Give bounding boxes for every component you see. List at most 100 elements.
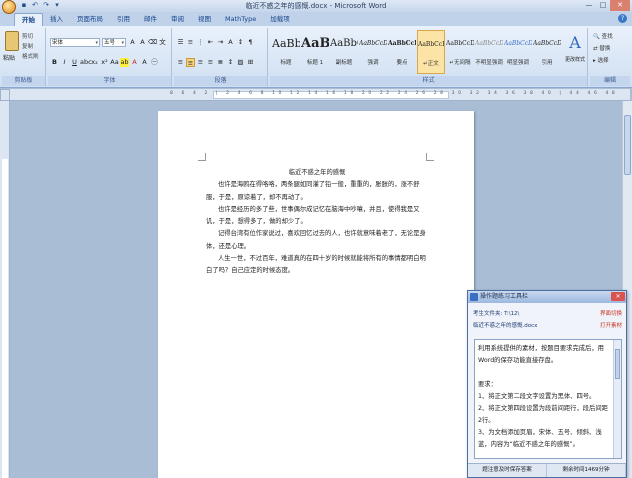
grow-font-icon[interactable]: A [128, 38, 137, 47]
switch-interface-link[interactable]: 界面切换 [600, 309, 622, 317]
horizontal-ruler[interactable]: 8 6 4 2 | 2 4 6 8 10 12 14 16 18 20 22 2… [10, 89, 630, 101]
office-button[interactable] [2, 0, 16, 14]
align-center-icon[interactable]: ≡ [186, 58, 195, 67]
task-description[interactable]: 利用系统提供的素材，按题目要求完成后，用Word的保存功能直接存盘。 要求： 1… [474, 339, 622, 459]
minimize-button[interactable]: — [582, 0, 596, 11]
underline-icon[interactable]: U [70, 58, 79, 67]
border-icon[interactable]: ⊞ [246, 58, 255, 67]
font-grow-row: A A ⌫ 文 [128, 38, 167, 47]
bullets-icon[interactable]: ☰ [176, 38, 185, 47]
tab-insert[interactable]: 插入 [43, 13, 70, 26]
tab-review[interactable]: 审阅 [164, 13, 191, 26]
style-subtitle[interactable]: AaBbC 副标题 [330, 30, 358, 74]
strikethrough-icon[interactable]: abc [80, 58, 92, 67]
font-name-select[interactable]: 宋体 ▾ [50, 38, 100, 47]
increase-indent-icon[interactable]: ⇥ [216, 38, 225, 47]
style-heading-1[interactable]: AaBb 标题 1 [301, 30, 329, 74]
close-icon[interactable]: ✕ [611, 292, 625, 301]
numbering-icon[interactable]: ≡ [186, 38, 195, 47]
style-sample: AaBbCcD [533, 40, 561, 47]
maximize-button[interactable]: □ [596, 0, 610, 11]
select-label: 选择 [597, 58, 609, 64]
paragraph-4: 人生一世，不过百年，难道真的在四十岁的时候就能将所有的事情都明白明白了吗？自己应… [206, 255, 426, 275]
superscript-icon[interactable]: x² [100, 58, 109, 67]
select-button[interactable]: ▸ 选择 [593, 56, 609, 64]
styles-group: AaBbC 标题 AaBb 标题 1 AaBbC 副标题 AaBbCcD 强调 … [270, 28, 588, 86]
font-color-icon[interactable]: A [130, 58, 139, 67]
tool-title: 操作题练习工具栏 [480, 293, 529, 300]
char-shading-icon[interactable]: A [140, 58, 149, 67]
help-icon[interactable]: ? [618, 14, 627, 23]
format-painter-button[interactable]: 格式刷 [22, 52, 39, 60]
sort-icon[interactable]: ↕ [236, 38, 245, 47]
shading-icon[interactable]: ▨ [236, 58, 245, 67]
task-scrollbar[interactable] [613, 340, 621, 458]
change-case-icon[interactable]: Aa [110, 58, 119, 67]
paste-icon[interactable] [5, 31, 19, 51]
decrease-indent-icon[interactable]: ⇤ [206, 38, 215, 47]
task-scrollbar-thumb[interactable] [615, 349, 620, 379]
enclose-char-icon[interactable]: ㊀ [150, 58, 159, 67]
window-controls: — □ ✕ [582, 0, 630, 11]
clear-format-icon[interactable]: ⌫ [148, 38, 157, 47]
styles-group-label: 样式 [270, 76, 587, 86]
find-button[interactable]: 🔍 查找 [593, 32, 613, 40]
document-title: 临近不惑之年的感慨 [288, 169, 346, 176]
style-emphasis[interactable]: AaBbCcD 强调 [359, 30, 387, 74]
file-name: 临近不惑之年的感慨.docx [473, 323, 538, 329]
multilevel-list-icon[interactable]: ⋮ [196, 38, 205, 47]
bold-icon[interactable]: B [50, 58, 59, 67]
document-body[interactable]: 临近不惑之年的感慨 也许是海鸥在得咯咯，两条腿如同灌了铅一般，重重的，胀胀的，涨… [206, 167, 428, 278]
tab-home[interactable]: 开始 [14, 13, 43, 26]
tab-addins[interactable]: 加载项 [263, 13, 297, 26]
vertical-ruler[interactable] [0, 101, 10, 478]
ribbon: 粘贴 剪切 复制 格式刷 剪贴板 宋体 ▾ 五号 ▾ A A ⌫ 文 B I U a… [0, 26, 632, 88]
font-size-select[interactable]: 五号 ▾ [102, 38, 126, 47]
close-button[interactable]: ✕ [610, 0, 630, 11]
style-normal[interactable]: AaBbCcD ↵正文 [417, 30, 445, 74]
paste-button[interactable]: 粘贴 [3, 53, 15, 62]
show-marks-icon[interactable]: ¶ [246, 38, 255, 47]
style-sample: AaBbC [330, 38, 358, 49]
style-no-spacing[interactable]: AaBbCcD ↵无间隔 [446, 30, 474, 74]
highlight-icon[interactable]: ab [120, 58, 129, 67]
open-material-link[interactable]: 打开素材 [600, 321, 622, 329]
tab-mathtype[interactable]: MathType [218, 13, 263, 26]
shrink-font-icon[interactable]: A [138, 38, 147, 47]
copy-button[interactable]: 复制 [22, 42, 33, 50]
window-title: 临近不惑之年的感慨.docx - Microsoft Word [245, 2, 387, 10]
line-spacing-icon[interactable]: ↕ [226, 58, 235, 67]
style-strong[interactable]: AaBbCcD 要点 [388, 30, 416, 74]
paragraph-group: ☰ ≡ ⋮ ⇤ ⇥ A ↕ ¶ ≡ ≡ ≡ ≡ ≣ ↕ ▨ ⊞ 段落 [174, 28, 268, 86]
align-left-icon[interactable]: ≡ [176, 58, 185, 67]
style-quote[interactable]: AaBbCcD 引用 [533, 30, 561, 74]
style-name: 不明显强调 [475, 60, 503, 66]
tool-title-bar[interactable]: 操作题练习工具栏 ✕ [468, 291, 626, 303]
justify-icon[interactable]: ≡ [206, 58, 215, 67]
ruler-toggle[interactable] [0, 89, 10, 101]
subscript-icon[interactable]: x₂ [90, 58, 99, 67]
chinese-layout-icon[interactable]: A [226, 38, 235, 47]
italic-icon[interactable]: I [60, 58, 69, 67]
ruler-ticks: 8 6 4 2 | 2 4 6 8 10 12 14 16 18 20 22 2… [170, 91, 619, 96]
scrollbar-thumb[interactable] [624, 115, 631, 175]
tab-mailings[interactable]: 邮件 [137, 13, 164, 26]
style-subtle-emphasis[interactable]: AaBbCcD 不明显强调 [475, 30, 503, 74]
style-name: ↵无间隔 [449, 60, 471, 66]
tab-view[interactable]: 视图 [191, 13, 218, 26]
change-styles-button[interactable]: A 更改样式 [564, 30, 586, 63]
cut-button[interactable]: 剪切 [22, 32, 33, 40]
document-page[interactable]: 临近不惑之年的感慨 也许是海鸥在得咯咯，两条腿如同灌了铅一般，重重的，胀胀的，涨… [158, 111, 474, 478]
style-intense-emphasis[interactable]: AaBbCcD 明显强调 [504, 30, 532, 74]
tab-page-layout[interactable]: 页面布局 [70, 13, 110, 26]
replace-button[interactable]: ⇄ 替换 [593, 44, 610, 52]
app-icon [470, 293, 478, 301]
tab-references[interactable]: 引用 [110, 13, 137, 26]
save-reminder-button[interactable]: 题注意及时保存答案 [468, 464, 547, 477]
phonetic-icon[interactable]: 文 [158, 38, 167, 47]
style-title[interactable]: AaBbC 标题 [272, 30, 300, 74]
align-right-icon[interactable]: ≡ [196, 58, 205, 67]
paragraph-1: 也许是海鸥在得咯咯，两条腿如同灌了铅一般，重重的，胀胀的，涨不舒服，于是，原谅着… [206, 181, 420, 201]
distribute-icon[interactable]: ≣ [216, 58, 225, 67]
font-size-value: 五号 [104, 40, 116, 46]
